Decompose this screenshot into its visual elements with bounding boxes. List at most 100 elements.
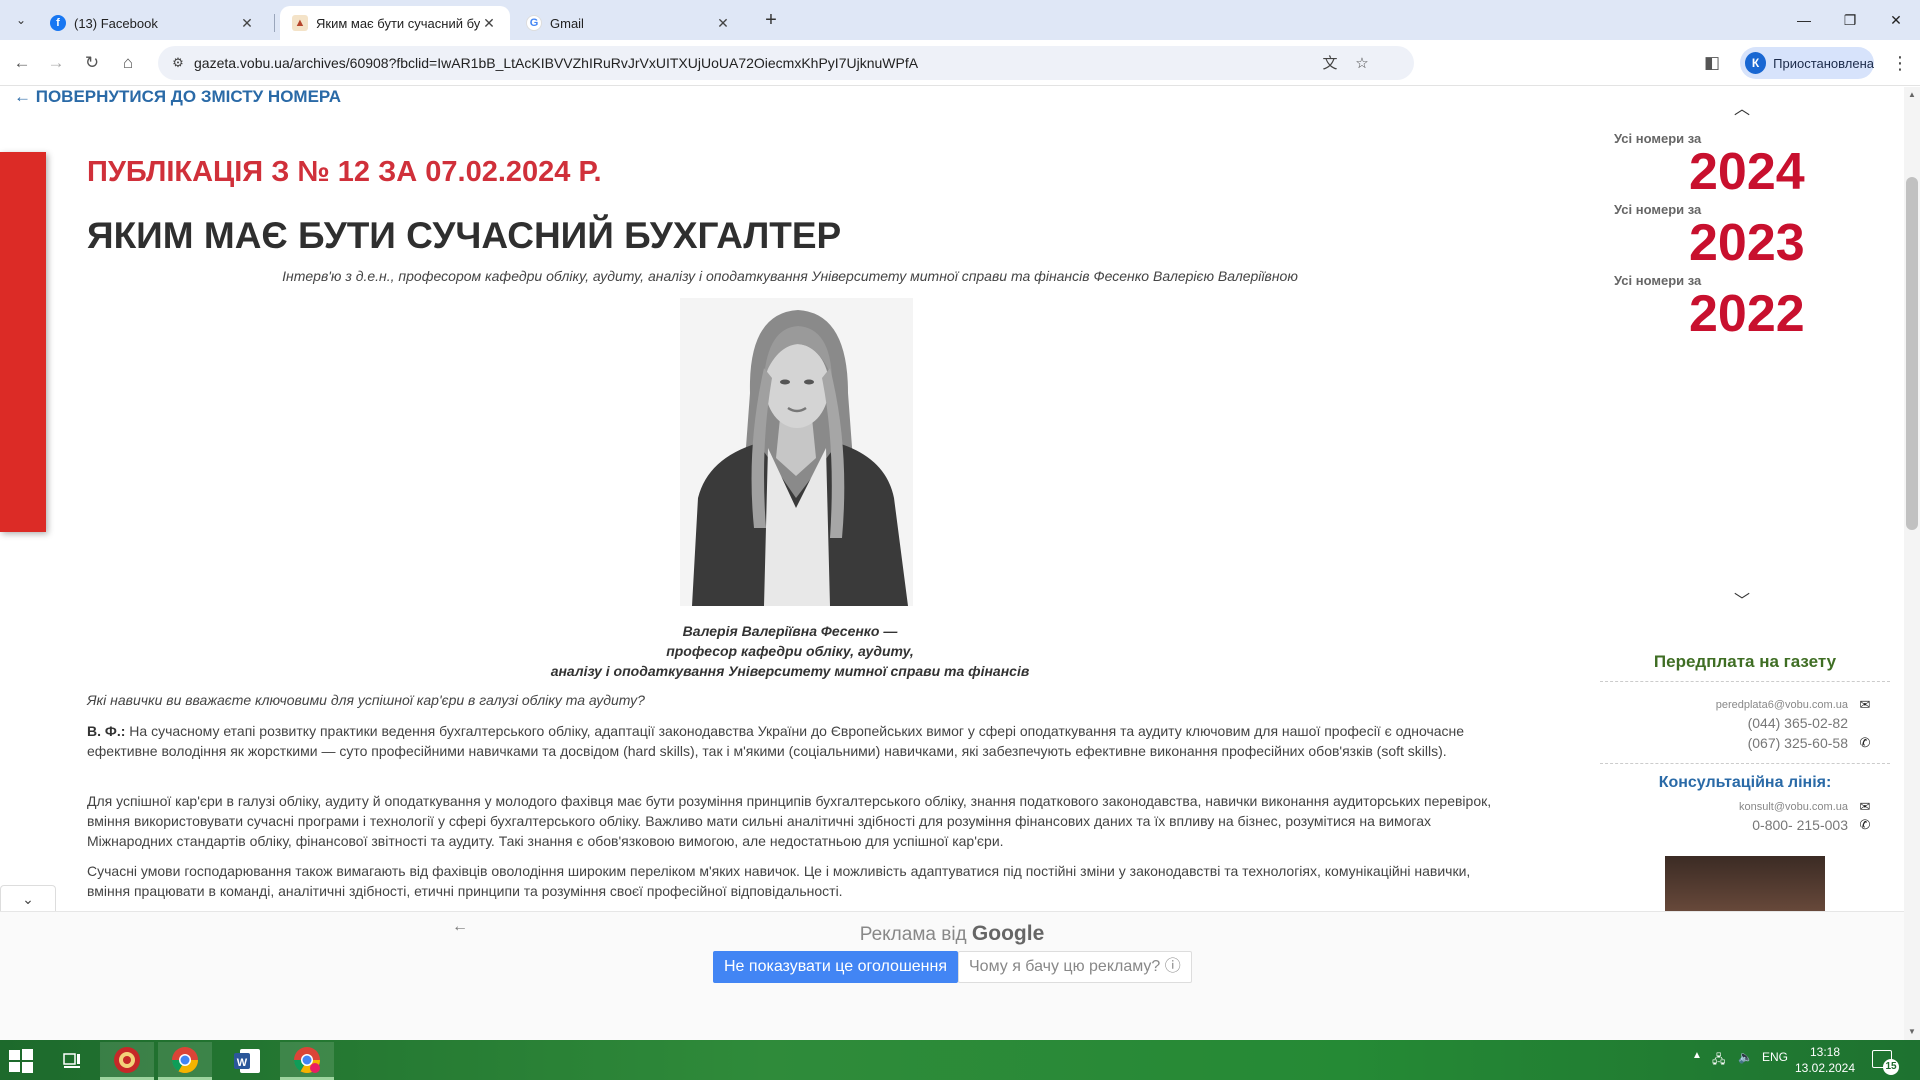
publication-line: ПУБЛІКАЦІЯ З № 12 ЗА 07.02.2024 Р. [87,156,602,188]
close-window-button[interactable]: ✕ [1876,8,1916,32]
facebook-icon: f [50,15,66,31]
consult-phone: 0-800- 215-003 [1752,817,1848,833]
restore-button[interactable]: ❐ [1830,8,1870,32]
caption-line: аналізу і оподаткування Університету мит… [550,663,1030,679]
notifications-icon[interactable]: 15 [1872,1050,1899,1075]
issues-year-2022[interactable]: 2022 [1689,284,1805,344]
volume-icon[interactable]: 🔈 [1738,1050,1753,1064]
chevron-down-icon[interactable]: ﹀ [1734,587,1750,611]
browser-tabbar: ⌄ f (13) Facebook ✕ ▲ Яким має бути суча… [0,0,1920,40]
back-arrow-icon[interactable]: ← [10,51,34,75]
tab-title: Gmail [550,15,584,31]
profile-button[interactable]: К Приостановлена [1740,47,1874,79]
tab-article[interactable]: ▲ Яким має бути сучасний бухгалтер ✕ [280,6,510,40]
phone-icon: ✆ [1859,735,1871,750]
chrome-profile-icon[interactable] [280,1042,334,1080]
subscription-phone-row: (044) 365-02-82 [1600,715,1874,731]
article-paragraph: Для успішної кар'єри в галузі обліку, ау… [87,793,1492,849]
taskbar-app-icon[interactable] [100,1042,154,1080]
consult-email-row[interactable]: konsult@vobu.com.ua ✉ [1600,799,1874,815]
task-view-icon[interactable] [44,1042,100,1080]
issues-year-2023[interactable]: 2023 [1689,213,1805,273]
subscription-phone: (044) 365-02-82 [1747,715,1848,731]
site-info-icon[interactable]: ⚙ [170,55,186,71]
profile-status: Приостановлена [1773,55,1874,71]
consult-email[interactable]: konsult@vobu.com.ua [1739,801,1848,813]
minimize-button[interactable]: — [1784,8,1824,32]
divider [1600,763,1890,764]
why-this-ad-button[interactable]: Чому я бачу цю рекламу? ⓘ [958,951,1192,983]
scroll-up-arrow-icon[interactable]: ▲ [1904,87,1920,103]
tray-overflow-icon[interactable]: ▲ [1692,1050,1702,1061]
tab-title: (13) Facebook [74,15,158,31]
caption-line: професор кафедри обліку, аудиту, [666,643,914,659]
portrait-caption: Валерія Валеріївна Фесенко — професор ка… [87,621,1493,681]
author-portrait [680,298,913,606]
windows-start-icon[interactable] [8,1048,34,1074]
tab-title: Яким має бути сучасний бухгалтер [316,15,480,31]
address-bar[interactable]: ⚙ gazeta.vobu.ua/archives/60908?fbclid=I… [158,46,1414,80]
svg-text:W: W [237,1057,248,1069]
article-paragraph: Сучасні умови господарювання також вимаг… [87,863,1471,899]
network-icon[interactable]: 🖧 [1712,1050,1725,1071]
subscription-mobile: (067) 325-60-58 [1747,735,1848,751]
article-paragraph: В. Ф.: На сучасному етапі розвитку практ… [87,721,1493,761]
issues-year-2024[interactable]: 2024 [1689,142,1805,202]
avatar: К [1745,52,1767,74]
close-tab-icon[interactable]: ✕ [238,15,256,32]
home-icon[interactable]: ⌂ [116,51,140,75]
close-tab-icon[interactable]: ✕ [480,15,498,32]
side-red-tab[interactable] [0,152,46,532]
chevron-up-icon[interactable]: ︿ [1734,95,1750,119]
phone-icon: ✆ [1859,817,1871,832]
caption-line: Валерія Валеріївна Фесенко — [682,623,898,639]
sidebar-photo[interactable] [1665,856,1825,916]
close-tab-icon[interactable]: ✕ [714,15,732,32]
windows-taskbar: W ▲ 🖧 🔈 ENG 13:18 13.02.2024 15 [0,1040,1920,1080]
menu-kebab-icon[interactable]: ⋮ [1888,51,1912,75]
answer-prefix: В. Ф.: [87,723,126,739]
mail-icon: ✉ [1859,799,1871,814]
tab-search-icon[interactable]: ⌄ [10,9,32,31]
back-to-issue-link[interactable]: ← ПОВЕРНУТИСЯ ДО ЗМІСТУ НОМЕРА [14,87,341,107]
ad-label-brand: Google [971,922,1045,945]
consult-phone-row: 0-800- 215-003 ✆ [1600,817,1874,833]
divider [1600,681,1890,682]
word-icon[interactable]: W [220,1042,274,1080]
tab-gmail[interactable]: G Gmail ✕ [514,6,744,40]
consult-title: Консультаційна лінія: [1658,774,1832,791]
site-icon: ▲ [292,15,308,31]
ad-label: Реклама від Google [0,922,1904,946]
url-text: gazeta.vobu.ua/archives/60908?fbclid=IwA… [194,55,919,71]
translate-icon[interactable]: 文 [1320,54,1340,74]
subscription-email[interactable]: peredplata6@vobu.com.ua [1716,699,1848,711]
google-ad-area: ← Реклама від Google Не показувати це ог… [0,911,1904,1040]
mail-icon: ✉ [1859,697,1871,712]
ad-collapse-chevron-icon[interactable]: ⌄ [0,885,56,913]
ad-label-prefix: Реклама від [859,924,967,945]
subscription-title: Передплата на газету [1653,652,1837,671]
browser-toolbar: ← → ↻ ⌂ ⚙ gazeta.vobu.ua/archives/60908?… [0,40,1920,86]
hide-ad-button[interactable]: Не показувати це оголошення [713,951,959,983]
forward-arrow-icon[interactable]: → [44,51,68,75]
subscription-mobile-row: (067) 325-60-58 ✆ [1600,735,1874,751]
chrome-icon[interactable] [158,1042,212,1080]
clock-time: 13:18 [1809,1045,1841,1059]
page-title: ЯКИМ МАЄ БУТИ СУЧАСНИЙ БУХГАЛТЕР [87,215,842,256]
page-viewport: ← ПОВЕРНУТИСЯ ДО ЗМІСТУ НОМЕРА ПУБЛІКАЦІ… [0,87,1920,1040]
tab-separator [274,14,275,32]
taskbar-clock[interactable]: 13:18 13.02.2024 [1785,1044,1865,1076]
tab-facebook[interactable]: f (13) Facebook ✕ [38,6,268,40]
clock-date: 13.02.2024 [1794,1061,1856,1075]
subscription-email-row[interactable]: peredplata6@vobu.com.ua ✉ [1600,697,1874,713]
notifications-count: 15 [1883,1059,1899,1075]
new-tab-button[interactable]: + [758,8,784,34]
side-panel-icon[interactable]: ◧ [1700,51,1724,75]
google-icon: G [526,15,542,31]
reload-icon[interactable]: ↻ [80,51,104,75]
article-intro: Інтерв'ю з д.е.н., професором кафедри об… [282,268,1298,284]
scrollbar-thumb[interactable] [1906,177,1918,530]
scroll-down-arrow-icon[interactable]: ▼ [1904,1024,1920,1040]
bookmark-star-icon[interactable]: ☆ [1352,54,1372,74]
interview-question: Які навички ви вважаєте ключовими для ус… [87,692,645,708]
